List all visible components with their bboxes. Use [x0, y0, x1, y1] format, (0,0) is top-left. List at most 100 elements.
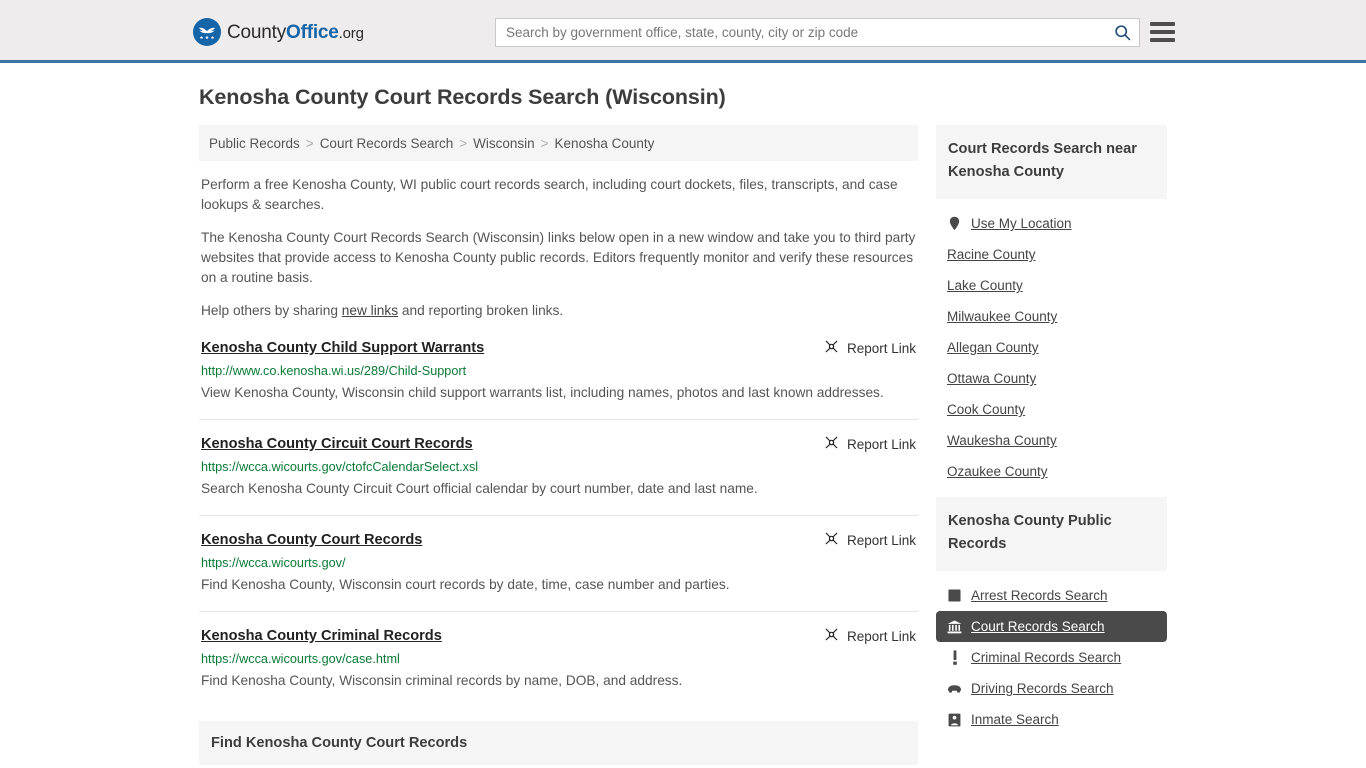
hamburger-menu-icon[interactable]	[1150, 20, 1175, 44]
intro-p3-after: and reporting broken links.	[398, 303, 564, 318]
report-link-button[interactable]: Report Link	[810, 339, 916, 357]
logo-text-org: .org	[338, 24, 364, 42]
car-icon	[947, 681, 962, 696]
report-link-button[interactable]: Report Link	[810, 531, 916, 549]
result-url[interactable]: https://wcca.wicourts.gov/ctofcCalendarS…	[201, 458, 916, 476]
hamburger-bar	[1150, 30, 1175, 34]
sidebar-item-label: Waukesha County	[947, 433, 1057, 448]
fingerprint-icon	[947, 588, 962, 603]
sidebar-item-ottawa-county[interactable]: Ottawa County	[936, 363, 1167, 394]
logo-text-office: Office	[286, 21, 339, 43]
broken-link-icon	[824, 627, 839, 645]
sidebar-item-court-records-search[interactable]: Court Records Search	[936, 611, 1167, 642]
main-column: Public Records > Court Records Search > …	[193, 125, 918, 765]
sidebar-item-ozaukee-county[interactable]: Ozaukee County	[936, 456, 1167, 487]
sidebar-item-racine-county[interactable]: Racine County	[936, 239, 1167, 270]
report-link-button[interactable]: Report Link	[810, 627, 916, 645]
result-description: Search Kenosha County Circuit Court offi…	[201, 481, 758, 496]
result-title[interactable]: Kenosha County Criminal Records	[201, 626, 442, 646]
result-title[interactable]: Kenosha County Court Records	[201, 530, 422, 550]
content-container: Kenosha County Court Records Search (Wis…	[193, 85, 1173, 765]
find-records-title: Find Kenosha County Court Records	[211, 735, 468, 751]
sidebar-item-inmate-search[interactable]: Inmate Search	[936, 704, 1167, 735]
broken-link-icon	[824, 435, 839, 453]
site-logo-text: CountyOffice.org	[227, 23, 364, 42]
result-title[interactable]: Kenosha County Child Support Warrants	[201, 338, 484, 358]
sidebar-item-label: Allegan County	[947, 340, 1039, 355]
sidebar-item-arrest-records-search[interactable]: Arrest Records Search	[936, 580, 1167, 611]
courthouse-icon	[947, 619, 962, 634]
map-pin-icon	[947, 216, 962, 231]
results-list: Kenosha County Child Support Warrants Re…	[199, 338, 918, 707]
sidebar-item-use-my-location[interactable]: Use My Location	[936, 208, 1167, 239]
page-title: Kenosha County Court Records Search (Wis…	[199, 85, 726, 109]
sidebar-card-nearby: Court Records Search near Kenosha County…	[936, 125, 1167, 487]
breadcrumb-item-wisconsin[interactable]: Wisconsin	[473, 136, 535, 151]
site-header: CountyOffice.org	[0, 0, 1366, 63]
eagle-shield-logo-icon	[193, 18, 221, 46]
result-description: View Kenosha County, Wisconsin child sup…	[201, 385, 884, 400]
sidebar-item-driving-records-search[interactable]: Driving Records Search	[936, 673, 1167, 704]
intro-paragraph-2: The Kenosha County Court Records Search …	[201, 230, 916, 285]
two-column-layout: Public Records > Court Records Search > …	[193, 125, 1173, 765]
hamburger-bar	[1150, 38, 1175, 42]
sidebar-item-label: Racine County	[947, 247, 1036, 262]
result-title[interactable]: Kenosha County Circuit Court Records	[201, 434, 473, 454]
result-item: Kenosha County Court Records Report Link	[199, 530, 918, 612]
find-records-panel: Find Kenosha County Court Records	[199, 721, 918, 765]
breadcrumb: Public Records > Court Records Search > …	[199, 125, 918, 161]
result-item: Kenosha County Child Support Warrants Re…	[199, 338, 918, 420]
result-url[interactable]: http://www.co.kenosha.wi.us/289/Child-Su…	[201, 362, 916, 380]
sidebar-public-records-list: Arrest Records Search Court Records Sear…	[936, 571, 1167, 735]
sidebar-item-label: Arrest Records Search	[971, 588, 1108, 603]
logo-text-county: County	[227, 21, 287, 43]
result-description: Find Kenosha County, Wisconsin criminal …	[201, 673, 683, 688]
result-item: Kenosha County Circuit Court Records Rep…	[199, 434, 918, 516]
report-link-label: Report Link	[846, 628, 916, 644]
breadcrumb-separator: >	[459, 135, 468, 151]
result-header: Kenosha County Child Support Warrants Re…	[201, 338, 916, 358]
sidebar-item-label: Criminal Records Search	[971, 650, 1122, 665]
search-box[interactable]	[495, 18, 1140, 47]
search-icon[interactable]	[1114, 24, 1131, 41]
sidebar-item-allegan-county[interactable]: Allegan County	[936, 332, 1167, 363]
result-url[interactable]: https://wcca.wicourts.gov/	[201, 554, 916, 572]
intro-section: Perform a free Kenosha County, WI public…	[199, 161, 918, 321]
result-header: Kenosha County Circuit Court Records Rep…	[201, 434, 916, 454]
sidebar-public-records-title: Kenosha County Public Records	[948, 513, 1112, 552]
sidebar-nearby-title: Court Records Search near Kenosha County	[948, 141, 1137, 180]
sidebar-card-public-records: Kenosha County Public Records Arrest Rec…	[936, 497, 1167, 735]
breadcrumb-item-court-records-search[interactable]: Court Records Search	[320, 136, 454, 151]
sidebar-public-records-header: Kenosha County Public Records	[936, 497, 1167, 571]
sidebar-item-label: Driving Records Search	[971, 681, 1114, 696]
new-links-link[interactable]: new links	[342, 303, 398, 318]
sidebar-item-label: Inmate Search	[971, 712, 1059, 727]
broken-link-icon	[824, 531, 839, 549]
broken-link-icon	[824, 339, 839, 357]
inmate-icon	[947, 712, 962, 727]
sidebar-item-label: Cook County	[947, 402, 1026, 417]
sidebar-item-criminal-records-search[interactable]: Criminal Records Search	[936, 642, 1167, 673]
sidebar: Court Records Search near Kenosha County…	[936, 125, 1167, 745]
result-header: Kenosha County Court Records Report Link	[201, 530, 916, 550]
sidebar-item-milwaukee-county[interactable]: Milwaukee County	[936, 301, 1167, 332]
search-input[interactable]	[506, 25, 1114, 40]
site-logo[interactable]: CountyOffice.org	[193, 18, 364, 46]
sidebar-nearby-list: Use My Location Racine County Lake Count…	[936, 199, 1167, 487]
result-item: Kenosha County Criminal Records Report L…	[199, 626, 918, 707]
sidebar-item-lake-county[interactable]: Lake County	[936, 270, 1167, 301]
report-link-label: Report Link	[846, 340, 916, 356]
intro-paragraph-3: Help others by sharing new links and rep…	[201, 301, 916, 321]
sidebar-item-label: Ottawa County	[947, 371, 1037, 386]
result-url[interactable]: https://wcca.wicourts.gov/case.html	[201, 650, 916, 668]
breadcrumb-item-public-records[interactable]: Public Records	[209, 136, 300, 151]
breadcrumb-item-kenosha-county: Kenosha County	[554, 135, 655, 151]
sidebar-item-label: Court Records Search	[971, 619, 1105, 634]
intro-paragraph-1: Perform a free Kenosha County, WI public…	[201, 177, 898, 212]
report-link-label: Report Link	[846, 532, 916, 548]
page-body: Kenosha County Court Records Search (Wis…	[0, 63, 1366, 765]
sidebar-item-waukesha-county[interactable]: Waukesha County	[936, 425, 1167, 456]
sidebar-item-cook-county[interactable]: Cook County	[936, 394, 1167, 425]
sidebar-item-label: Milwaukee County	[947, 309, 1058, 324]
report-link-button[interactable]: Report Link	[810, 435, 916, 453]
